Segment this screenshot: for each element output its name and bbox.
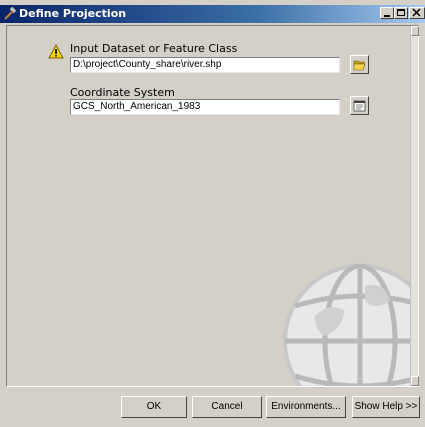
title-bar[interactable]: Define Projection: [0, 5, 425, 23]
ok-button[interactable]: OK: [121, 396, 187, 418]
show-help-button[interactable]: Show Help >>: [352, 396, 420, 418]
globe-icon: [283, 263, 415, 386]
folder-open-icon: [353, 60, 366, 71]
coordinate-system-label: Coordinate System: [70, 86, 175, 99]
parameters-panel: Input Dataset or Feature Class D:\projec…: [6, 25, 419, 387]
define-projection-dialog: Define Projection Input Dataset or Featu…: [0, 0, 425, 427]
input-dataset-label: Input Dataset or Feature Class: [70, 42, 238, 55]
input-dataset-field[interactable]: D:\project\County_share\river.shp: [70, 57, 340, 73]
window-title: Define Projection: [19, 7, 127, 20]
cancel-button[interactable]: Cancel: [192, 396, 262, 418]
maximize-icon: [397, 9, 405, 16]
scroll-down-button[interactable]: [411, 376, 419, 386]
minimize-icon: [384, 15, 390, 17]
close-button[interactable]: [409, 7, 425, 19]
close-icon: [412, 8, 421, 17]
scroll-up-button[interactable]: [411, 26, 419, 36]
vertical-scrollbar[interactable]: [410, 26, 419, 386]
minimize-button[interactable]: [380, 7, 394, 19]
hammer-icon: [4, 7, 17, 20]
spatial-reference-properties-icon: [353, 100, 366, 112]
environments-button[interactable]: Environments...: [266, 396, 346, 418]
coordinate-system-properties-button[interactable]: [350, 96, 369, 115]
coordinate-system-field[interactable]: GCS_North_American_1983: [70, 99, 340, 115]
browse-input-button[interactable]: [350, 55, 369, 74]
warning-icon: [48, 44, 64, 59]
maximize-button[interactable]: [394, 7, 408, 19]
